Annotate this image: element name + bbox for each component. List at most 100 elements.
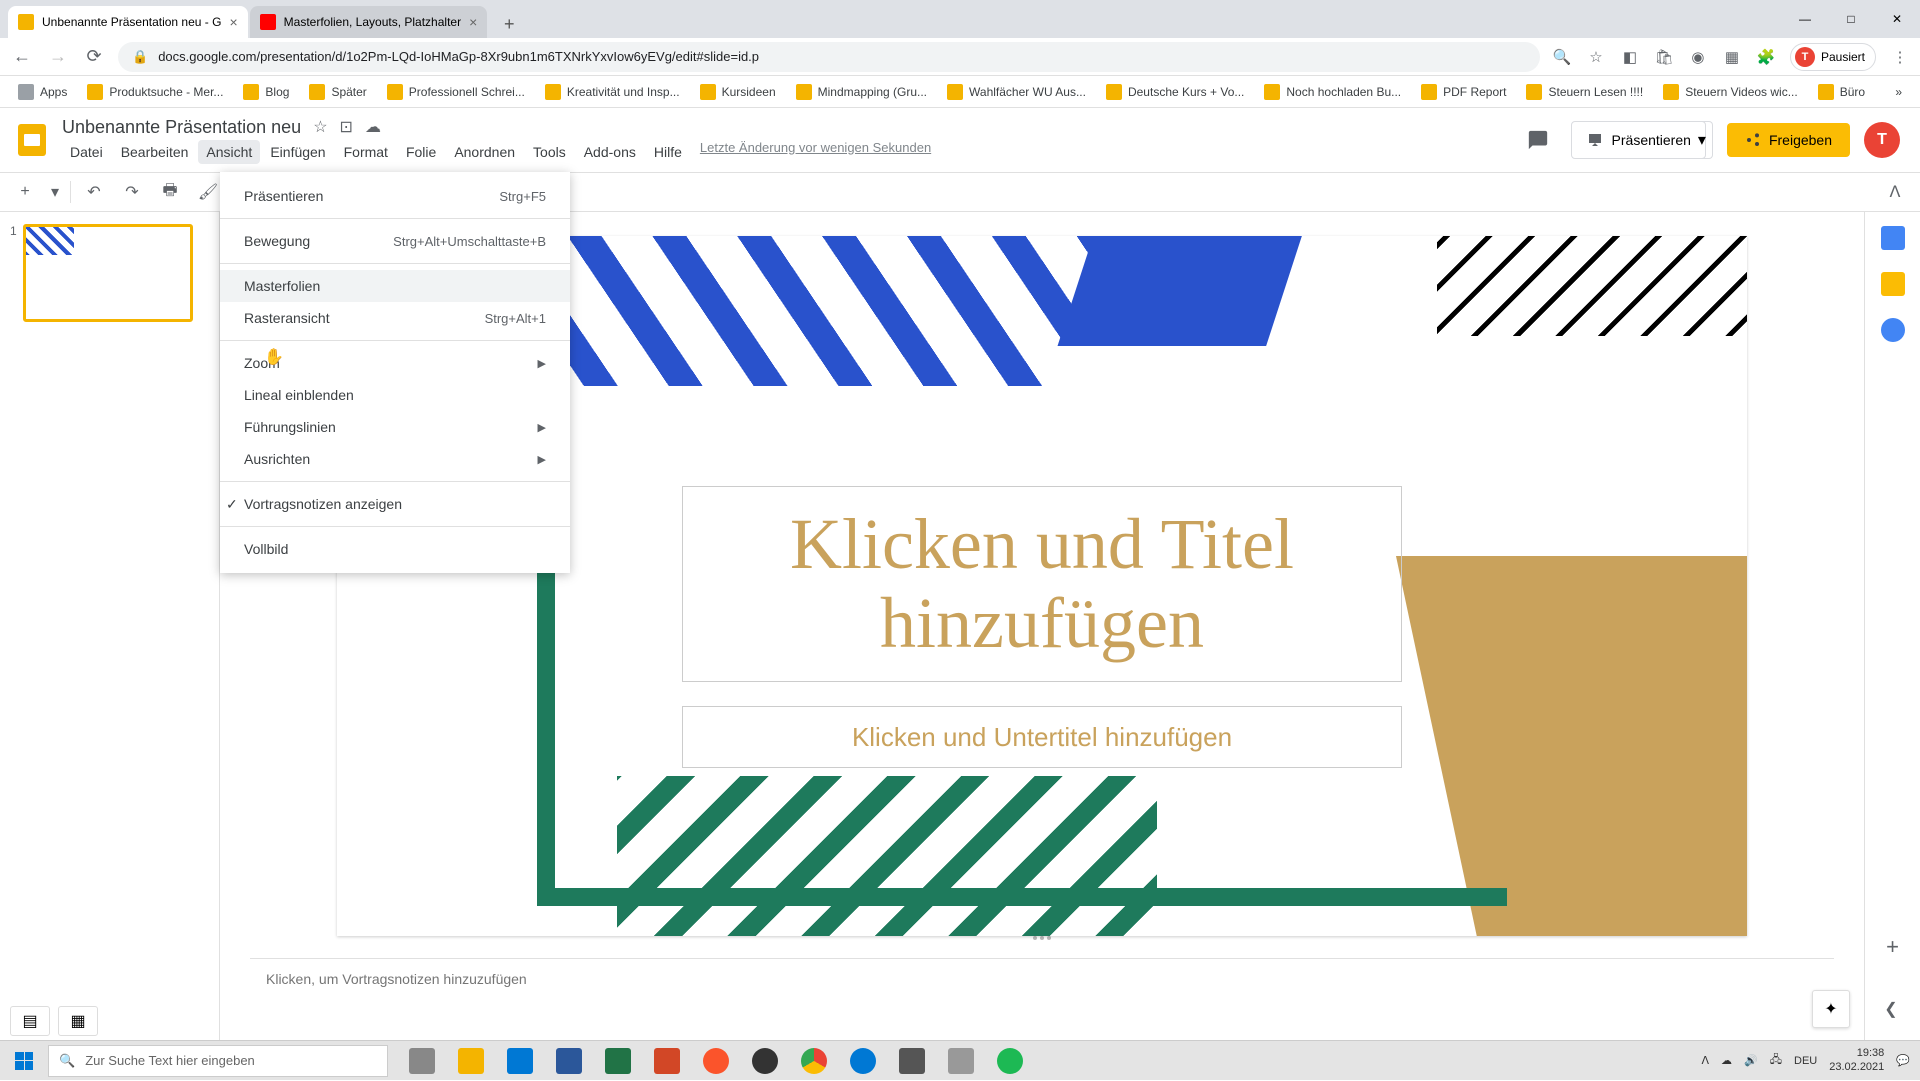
extension-icon[interactable]: 🛍 <box>1654 47 1674 67</box>
app-button[interactable] <box>937 1041 985 1081</box>
menu-format[interactable]: Format <box>336 140 396 164</box>
explore-expand-button[interactable]: ❮ <box>1876 990 1906 1028</box>
notes-resize-handle[interactable] <box>1022 936 1062 946</box>
minimize-button[interactable]: — <box>1782 0 1828 38</box>
add-sidebar-button[interactable]: + <box>1886 934 1899 960</box>
language-indicator[interactable]: DEU <box>1794 1055 1817 1067</box>
comments-button[interactable] <box>1519 121 1557 159</box>
star-icon[interactable]: ☆ <box>313 117 327 137</box>
collapse-toolbar-button[interactable]: ᐱ <box>1880 177 1910 207</box>
bookmark-item[interactable]: Büro <box>1810 80 1873 104</box>
bookmark-item[interactable]: Blog <box>235 80 297 104</box>
bookmark-item[interactable]: Wahlfächer WU Aus... <box>939 80 1094 104</box>
undo-button[interactable]: ↶ <box>79 177 109 207</box>
menu-item-masterfolien[interactable]: Masterfolien <box>220 270 570 302</box>
reload-button[interactable]: ⟳ <box>82 45 106 69</box>
menu-tools[interactable]: Tools <box>525 140 574 164</box>
new-slide-dropdown[interactable]: ▾ <box>48 177 62 207</box>
menu-datei[interactable]: Datei <box>62 140 111 164</box>
title-placeholder[interactable]: Klicken und Titel hinzufügen <box>682 486 1402 682</box>
keep-icon[interactable] <box>1881 272 1905 296</box>
present-button[interactable]: Präsentieren <box>1571 121 1706 159</box>
bookmark-item[interactable]: Professionell Schrei... <box>379 80 533 104</box>
explore-button[interactable]: ✦ <box>1812 990 1850 1028</box>
clock[interactable]: 19:38 23.02.2021 <box>1829 1047 1884 1073</box>
speaker-notes[interactable]: Klicken, um Vortragsnotizen hinzuzufügen <box>250 958 1834 999</box>
menu-item-vortragsnotizen[interactable]: ✓ Vortragsnotizen anzeigen <box>220 488 570 520</box>
task-view-button[interactable] <box>398 1041 446 1081</box>
redo-button[interactable]: ↷ <box>117 177 147 207</box>
menu-addons[interactable]: Add-ons <box>576 140 644 164</box>
tasks-icon[interactable] <box>1881 318 1905 342</box>
bookmark-item[interactable]: Deutsche Kurs + Vo... <box>1098 80 1252 104</box>
menu-item-praesentieren[interactable]: Präsentieren Strg+F5 <box>220 180 570 212</box>
forward-button[interactable]: → <box>46 45 70 69</box>
menu-item-zoom[interactable]: Zoom ▶ <box>220 347 570 379</box>
new-tab-button[interactable]: + <box>495 10 523 38</box>
extension-icon[interactable]: ▦ <box>1722 47 1742 67</box>
close-window-button[interactable]: ✕ <box>1874 0 1920 38</box>
menu-bearbeiten[interactable]: Bearbeiten <box>113 140 197 164</box>
taskbar-search[interactable]: 🔍 Zur Suche Text hier eingeben <box>48 1045 388 1077</box>
calendar-icon[interactable] <box>1881 226 1905 250</box>
menu-item-rasteransicht[interactable]: Rasteransicht Strg+Alt+1 <box>220 302 570 334</box>
volume-icon[interactable]: 🔊 <box>1744 1054 1758 1067</box>
brave-button[interactable] <box>692 1041 740 1081</box>
menu-item-ausrichten[interactable]: Ausrichten ▶ <box>220 443 570 475</box>
bookmarks-overflow[interactable]: » <box>1887 81 1910 103</box>
document-title[interactable]: Unbenannte Präsentation neu <box>62 117 301 138</box>
browser-tab-active[interactable]: Unbenannte Präsentation neu - G × <box>8 6 248 38</box>
app-button[interactable] <box>888 1041 936 1081</box>
slides-logo[interactable] <box>12 120 52 160</box>
menu-item-bewegung[interactable]: Bewegung Strg+Alt+Umschalttaste+B <box>220 225 570 257</box>
user-avatar[interactable]: T <box>1864 122 1900 158</box>
grid-view-button[interactable]: ▦ <box>58 1006 98 1036</box>
bookmark-item[interactable]: Kursideen <box>692 80 784 104</box>
obs-button[interactable] <box>741 1041 789 1081</box>
excel-button[interactable] <box>594 1041 642 1081</box>
network-icon[interactable]: 🖧 <box>1770 1051 1782 1070</box>
menu-item-fuehrungslinien[interactable]: Führungslinien ▶ <box>220 411 570 443</box>
zoom-icon[interactable]: 🔍 <box>1552 47 1572 67</box>
bookmark-item[interactable]: Kreativität und Insp... <box>537 80 688 104</box>
bookmark-item[interactable]: PDF Report <box>1413 80 1514 104</box>
word-button[interactable] <box>545 1041 593 1081</box>
onedrive-icon[interactable]: ☁ <box>1721 1054 1732 1067</box>
cloud-status-icon[interactable]: ☁ <box>365 117 381 137</box>
explorer-button[interactable] <box>447 1041 495 1081</box>
powerpoint-button[interactable] <box>643 1041 691 1081</box>
menu-ansicht[interactable]: Ansicht <box>198 140 260 164</box>
share-button[interactable]: Freigeben <box>1727 123 1850 157</box>
menu-anordnen[interactable]: Anordnen <box>446 140 523 164</box>
bookmark-item[interactable]: Produktsuche - Mer... <box>79 80 231 104</box>
star-icon[interactable]: ☆ <box>1586 47 1606 67</box>
edge-button-2[interactable] <box>839 1041 887 1081</box>
back-button[interactable]: ← <box>10 45 34 69</box>
extension-icon[interactable]: ◧ <box>1620 47 1640 67</box>
bookmark-item[interactable]: Steuern Lesen !!!! <box>1518 80 1651 104</box>
menu-item-lineal[interactable]: Lineal einblenden <box>220 379 570 411</box>
url-field[interactable]: 🔒 docs.google.com/presentation/d/1o2Pm-L… <box>118 42 1540 72</box>
move-icon[interactable]: ⊡ <box>340 117 353 137</box>
tray-expand-icon[interactable]: ᐱ <box>1702 1054 1710 1067</box>
tab-close-icon[interactable]: × <box>229 14 237 30</box>
maximize-button[interactable]: □ <box>1828 0 1874 38</box>
filmstrip-view-button[interactable]: ▤ <box>10 1006 50 1036</box>
notifications-icon[interactable]: 💬 <box>1896 1054 1910 1067</box>
chrome-button[interactable] <box>790 1041 838 1081</box>
present-dropdown[interactable]: ▾ <box>1692 121 1713 159</box>
edge-button[interactable] <box>496 1041 544 1081</box>
bookmark-item[interactable]: Steuern Videos wic... <box>1655 80 1806 104</box>
subtitle-placeholder[interactable]: Klicken und Untertitel hinzufügen <box>682 706 1402 768</box>
profile-button[interactable]: T Pausiert <box>1790 43 1876 71</box>
tab-close-icon[interactable]: × <box>469 14 477 30</box>
paint-format-button[interactable]: 🖌 <box>193 177 223 207</box>
slide-thumbnail[interactable] <box>23 224 193 322</box>
menu-hilfe[interactable]: Hilfe <box>646 140 690 164</box>
bookmark-item[interactable]: Mindmapping (Gru... <box>788 80 935 104</box>
apps-button[interactable]: Apps <box>10 80 75 104</box>
print-button[interactable]: 🖶 <box>155 177 185 207</box>
bookmark-item[interactable]: Später <box>301 80 374 104</box>
bookmark-item[interactable]: Noch hochladen Bu... <box>1256 80 1409 104</box>
menu-item-vollbild[interactable]: Vollbild <box>220 533 570 565</box>
